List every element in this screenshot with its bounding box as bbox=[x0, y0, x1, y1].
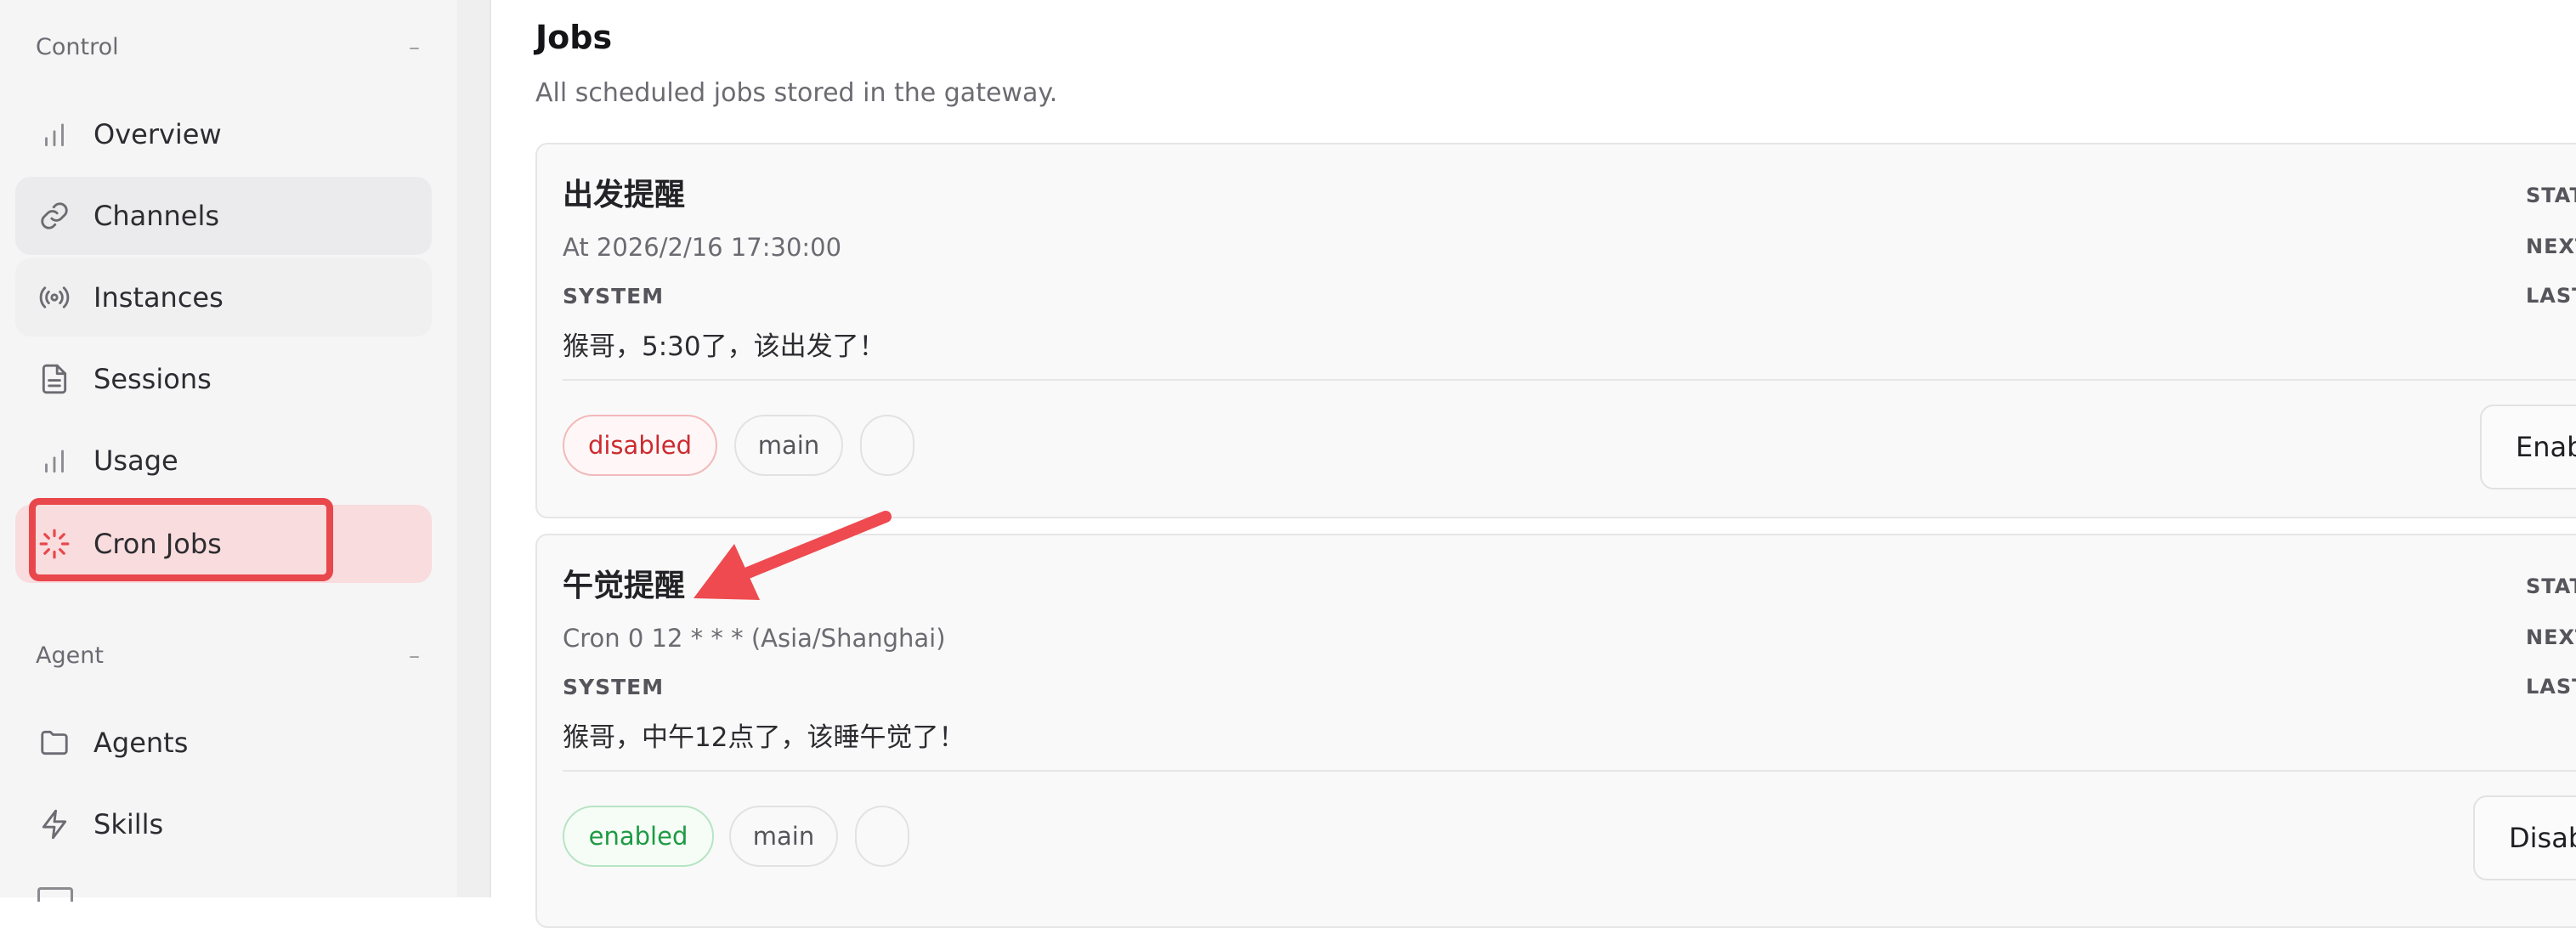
status-badge: disabled bbox=[563, 415, 717, 476]
section-header-agent[interactable]: Agent – bbox=[36, 642, 420, 669]
job-payload-label: SYSTEM bbox=[563, 675, 665, 699]
next-label: NEXT bbox=[2526, 625, 2576, 649]
next-label: NEXT bbox=[2526, 235, 2576, 258]
folder-icon bbox=[37, 726, 71, 760]
job-schedule: Cron 0 12 * * * (Asia/Shanghai) bbox=[563, 624, 946, 653]
disable-button[interactable]: Disable bbox=[2473, 795, 2576, 880]
job-card: 午觉提醒 Cron 0 12 * * * (Asia/Shanghai) SYS… bbox=[535, 534, 2576, 928]
bar-chart-icon bbox=[37, 444, 71, 478]
sidebar-item-label: Usage bbox=[93, 444, 178, 477]
session-badge: main bbox=[734, 415, 843, 476]
bar-chart-icon bbox=[37, 117, 71, 151]
sidebar-item-partial bbox=[37, 887, 73, 902]
job-card: 出发提醒 At 2026/2/16 17:30:00 SYSTEM 猴哥，5:3… bbox=[535, 143, 2576, 518]
collapse-icon[interactable]: – bbox=[409, 35, 420, 60]
sidebar-item-channels[interactable]: Channels bbox=[15, 177, 432, 255]
sidebar-item-usage[interactable]: Usage bbox=[15, 422, 432, 500]
sidebar-divider bbox=[457, 0, 491, 897]
sidebar-item-label: Overview bbox=[93, 118, 222, 150]
section-title: Agent bbox=[36, 642, 104, 669]
page-title: Jobs bbox=[535, 19, 613, 56]
sidebar-item-label: Agents bbox=[93, 727, 189, 759]
job-schedule: At 2026/2/16 17:30:00 bbox=[563, 233, 842, 262]
job-message: 猴哥，5:30了，该出发了！ bbox=[563, 331, 886, 362]
sidebar-item-label: Channels bbox=[93, 200, 220, 232]
sidebar-item-label: Skills bbox=[93, 808, 164, 840]
section-header-control[interactable]: Control – bbox=[36, 34, 420, 60]
sidebar-item-instances[interactable]: Instances bbox=[15, 258, 432, 337]
sidebar-item-sessions[interactable]: Sessions bbox=[15, 340, 432, 418]
sidebar-item-agents[interactable]: Agents bbox=[15, 704, 432, 782]
broadcast-icon bbox=[37, 280, 71, 314]
enable-button[interactable]: Enable bbox=[2480, 405, 2576, 489]
collapse-icon[interactable]: – bbox=[409, 643, 420, 669]
session-badge: main bbox=[729, 806, 838, 867]
job-payload-label: SYSTEM bbox=[563, 284, 665, 308]
document-icon bbox=[37, 362, 71, 396]
section-title: Control bbox=[36, 34, 119, 60]
status-label: STATUS bbox=[2526, 574, 2576, 598]
highlight-annotation-box bbox=[29, 498, 333, 581]
last-label: LAST bbox=[2526, 675, 2576, 699]
link-icon bbox=[37, 199, 71, 233]
empty-badge bbox=[855, 806, 909, 867]
status-label: STATUS bbox=[2526, 184, 2576, 207]
sidebar-item-overview[interactable]: Overview bbox=[15, 95, 432, 173]
job-name: 出发提醒 bbox=[563, 178, 686, 212]
sidebar-item-label: Instances bbox=[93, 281, 224, 314]
lightning-icon bbox=[37, 807, 71, 841]
sidebar-item-label: Sessions bbox=[93, 363, 212, 395]
job-name: 午觉提醒 bbox=[563, 569, 686, 603]
empty-badge bbox=[860, 415, 914, 476]
divider bbox=[563, 379, 2576, 381]
divider bbox=[563, 770, 2576, 772]
main-content: Jobs All scheduled jobs stored in the ga… bbox=[491, 0, 2576, 928]
last-label: LAST bbox=[2526, 284, 2576, 308]
page-subtitle: All scheduled jobs stored in the gateway… bbox=[535, 78, 1058, 108]
job-message: 猴哥，中午12点了，该睡午觉了！ bbox=[563, 722, 965, 753]
status-badge: enabled bbox=[563, 806, 714, 867]
sidebar: Control – Overview Channels Instances Se… bbox=[0, 0, 457, 902]
sidebar-item-skills[interactable]: Skills bbox=[15, 785, 432, 863]
